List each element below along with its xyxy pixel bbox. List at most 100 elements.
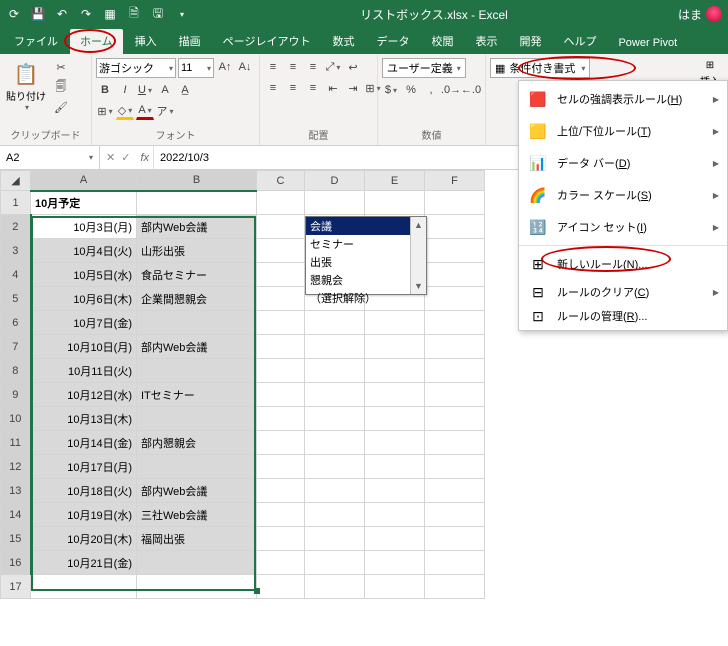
cell[interactable] (425, 431, 485, 455)
cell[interactable] (305, 479, 365, 503)
col-header-B[interactable]: B (137, 171, 257, 191)
menu-item[interactable]: ⊞新しいルール(N)... (519, 248, 727, 280)
italic-button[interactable]: I (116, 81, 134, 99)
cell[interactable] (425, 407, 485, 431)
tab-校閲[interactable]: 校閲 (421, 29, 463, 54)
bold-button[interactable]: B (96, 81, 114, 99)
cell[interactable]: 10月12日(水) (31, 383, 137, 407)
underline-button[interactable]: U▾ (136, 81, 154, 99)
comma-icon[interactable]: , (422, 81, 440, 99)
row-header[interactable]: 17 (1, 575, 31, 599)
ruby-button[interactable]: A (156, 81, 174, 99)
cell[interactable] (137, 191, 257, 215)
menu-item[interactable]: 🟥セルの強調表示ルール(H)▶ (519, 83, 727, 115)
increase-decimal-icon[interactable]: .0→ (442, 81, 460, 99)
undo-icon[interactable]: ↶ (54, 6, 70, 22)
menu-item[interactable]: 📊データ バー(D)▶ (519, 147, 727, 179)
cell[interactable] (365, 455, 425, 479)
cell[interactable] (365, 407, 425, 431)
cell[interactable]: 10月18日(火) (31, 479, 137, 503)
cell[interactable] (425, 551, 485, 575)
cell[interactable] (31, 575, 137, 599)
tab-ファイル[interactable]: ファイル (4, 29, 68, 54)
cell[interactable] (365, 431, 425, 455)
cell[interactable] (137, 551, 257, 575)
decrease-font-icon[interactable]: A↓ (236, 58, 254, 76)
cell[interactable] (365, 383, 425, 407)
cell[interactable] (305, 359, 365, 383)
cut-icon[interactable]: ✂ (52, 58, 70, 76)
cell[interactable] (305, 527, 365, 551)
cell[interactable]: 10月19日(水) (31, 503, 137, 527)
border-button[interactable]: ⊞▾ (96, 102, 114, 120)
cell[interactable] (305, 335, 365, 359)
save-icon[interactable]: 💾 (30, 6, 46, 22)
row-header[interactable]: 15 (1, 527, 31, 551)
cell[interactable]: 企業間懇親会 (137, 287, 257, 311)
cell[interactable] (365, 335, 425, 359)
cell[interactable] (137, 359, 257, 383)
cell[interactable] (137, 575, 257, 599)
menu-item[interactable]: 🔢アイコン セット(I)▶ (519, 211, 727, 243)
row-header[interactable]: 8 (1, 359, 31, 383)
cell[interactable] (257, 311, 305, 335)
cell[interactable] (137, 311, 257, 335)
cell[interactable] (305, 575, 365, 599)
cancel-formula-icon[interactable]: ✕ (106, 151, 115, 164)
cell[interactable] (365, 503, 425, 527)
cell[interactable] (257, 455, 305, 479)
row-header[interactable]: 11 (1, 431, 31, 455)
cell[interactable]: 10月6日(木) (31, 287, 137, 311)
font-name-select[interactable]: 游ゴシック▾ (96, 58, 176, 78)
cell[interactable]: 10月4日(火) (31, 239, 137, 263)
user-avatar-icon[interactable] (706, 6, 722, 22)
cell[interactable] (257, 527, 305, 551)
cell[interactable] (365, 191, 425, 215)
phonetic-button[interactable]: ア▾ (156, 102, 174, 120)
cell[interactable] (425, 335, 485, 359)
col-header-F[interactable]: F (425, 171, 485, 191)
listbox-item[interactable]: 懇親会 (306, 271, 426, 289)
cell[interactable]: 10月21日(金) (31, 551, 137, 575)
cell[interactable] (425, 215, 485, 239)
cell[interactable] (425, 239, 485, 263)
cell[interactable] (305, 311, 365, 335)
accounting-icon[interactable]: $▾ (382, 81, 400, 99)
cell[interactable] (257, 287, 305, 311)
qat-icon[interactable]: 🗎 (126, 6, 142, 22)
cell[interactable] (425, 503, 485, 527)
align-top-icon[interactable]: ≡ (264, 58, 282, 76)
fill-handle[interactable] (254, 588, 260, 594)
cell[interactable] (257, 263, 305, 287)
cell[interactable] (257, 383, 305, 407)
tab-描画[interactable]: 描画 (169, 29, 211, 54)
cell[interactable] (425, 527, 485, 551)
percent-icon[interactable]: % (402, 81, 420, 99)
cell[interactable] (305, 383, 365, 407)
cell[interactable] (365, 551, 425, 575)
cell[interactable] (305, 503, 365, 527)
row-header[interactable]: 9 (1, 383, 31, 407)
cell[interactable] (425, 287, 485, 311)
new-sheet-icon[interactable]: ▦ (102, 6, 118, 22)
font-dialog-icon[interactable]: A̲ (176, 81, 194, 99)
indent-decrease-icon[interactable]: ⇤ (324, 79, 342, 97)
cell[interactable] (257, 335, 305, 359)
fx-icon[interactable]: fx (136, 152, 153, 164)
cell[interactable]: 10月10日(月) (31, 335, 137, 359)
cell[interactable] (365, 575, 425, 599)
cell[interactable] (425, 191, 485, 215)
tab-Power Pivot[interactable]: Power Pivot (608, 33, 687, 54)
cell[interactable] (257, 191, 305, 215)
row-header[interactable]: 10 (1, 407, 31, 431)
cell[interactable] (425, 575, 485, 599)
listbox-item[interactable]: （選択解除） (306, 289, 426, 307)
cell[interactable] (305, 551, 365, 575)
align-bottom-icon[interactable]: ≡ (304, 58, 322, 76)
tab-ヘルプ[interactable]: ヘルプ (553, 29, 606, 54)
cell[interactable] (137, 455, 257, 479)
row-header[interactable]: 6 (1, 311, 31, 335)
cell[interactable] (257, 551, 305, 575)
row-header[interactable]: 16 (1, 551, 31, 575)
row-header[interactable]: 7 (1, 335, 31, 359)
